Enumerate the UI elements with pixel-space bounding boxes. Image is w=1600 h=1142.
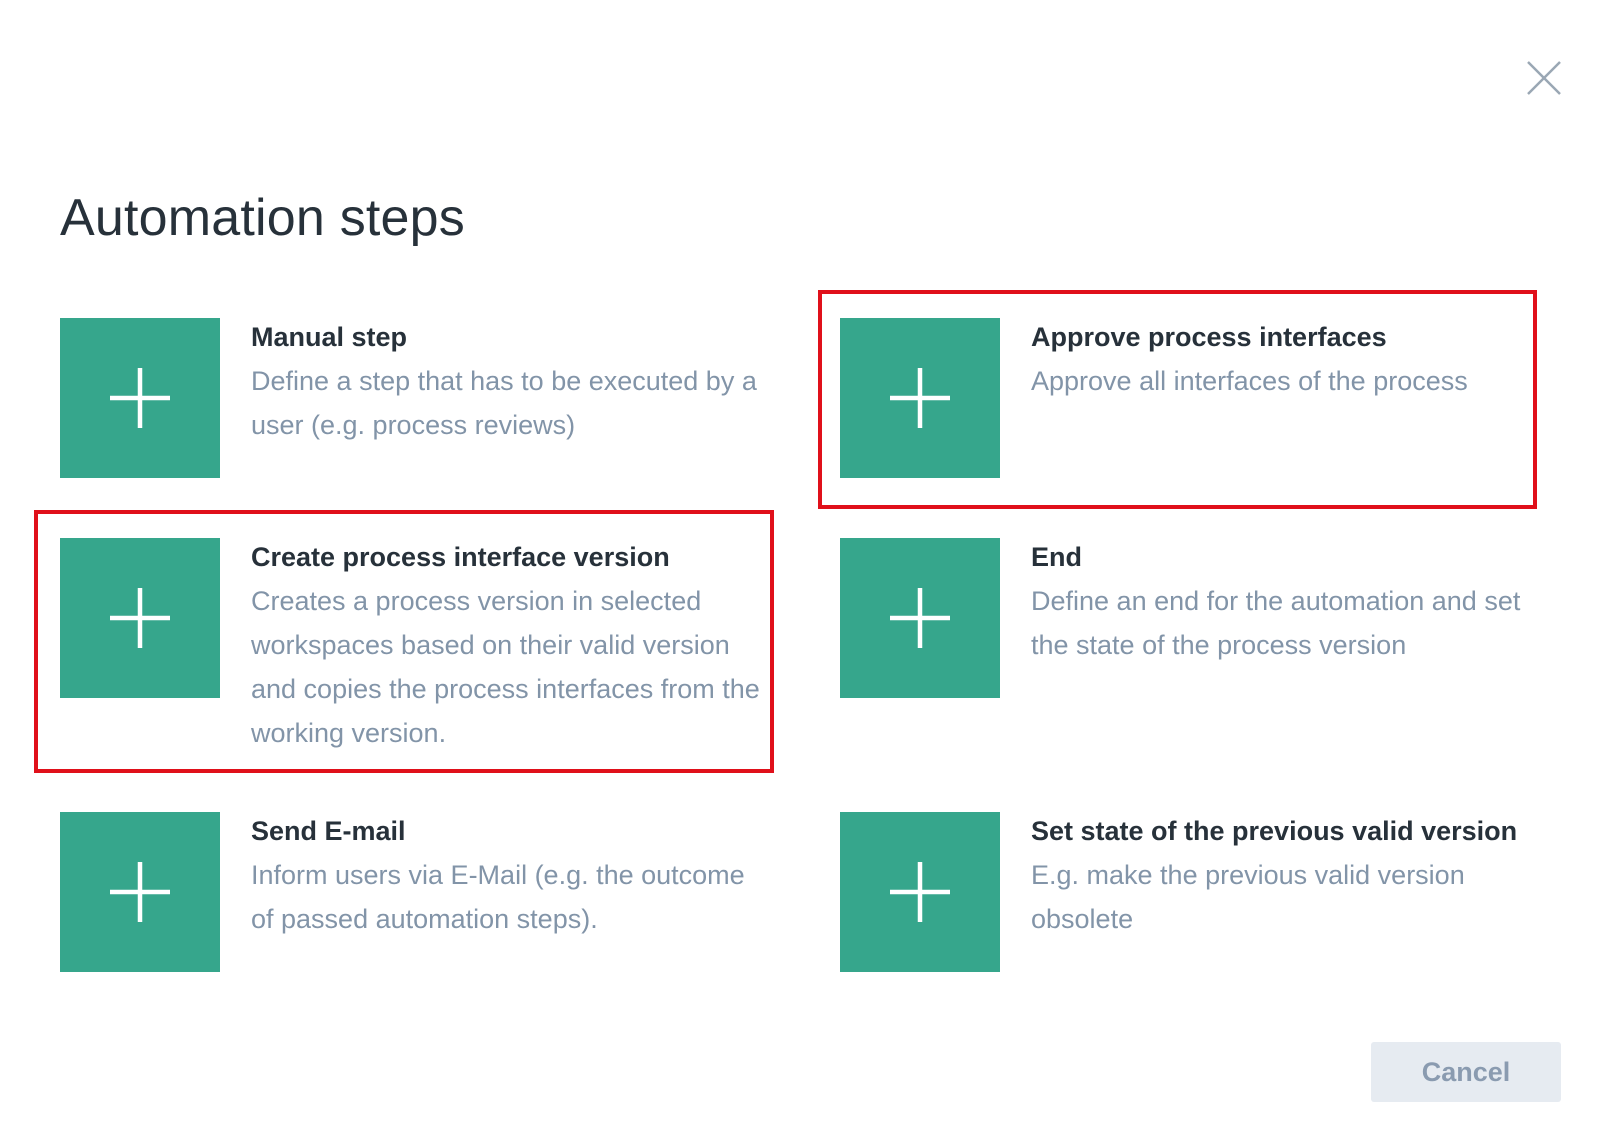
automation-steps-dialog: Automation steps Manual step Define a st… (0, 0, 1600, 1142)
step-description: E.g. make the previous valid version obs… (1031, 860, 1465, 934)
add-step-tile[interactable] (60, 538, 220, 698)
step-description: Approve all interfaces of the process (1031, 366, 1468, 396)
step-description: Inform users via E-Mail (e.g. the outcom… (251, 860, 745, 934)
step-create-process-interface-version[interactable]: Create process interface version Creates… (60, 538, 770, 758)
step-name: Manual step (251, 322, 408, 352)
add-step-tile[interactable] (60, 318, 220, 478)
step-description: Define an end for the automation and set… (1031, 586, 1521, 660)
plus-icon (110, 588, 170, 648)
step-set-state-previous-valid-version[interactable]: Set state of the previous valid version … (840, 812, 1560, 972)
plus-icon (890, 588, 950, 648)
step-description: Define a step that has to be executed by… (251, 366, 757, 440)
add-step-tile[interactable] (60, 812, 220, 972)
step-name: Send E-mail (251, 816, 406, 846)
step-end[interactable]: End Define an end for the automation and… (840, 538, 1540, 698)
dialog-title: Automation steps (60, 189, 465, 247)
step-manual-step[interactable]: Manual step Define a step that has to be… (60, 318, 770, 478)
plus-icon (110, 862, 170, 922)
step-send-email[interactable]: Send E-mail Inform users via E-Mail (e.g… (60, 812, 770, 972)
close-button[interactable] (1526, 60, 1562, 96)
plus-icon (890, 368, 950, 428)
step-description: Creates a process version in selected wo… (251, 586, 760, 748)
plus-icon (890, 862, 950, 922)
add-step-tile[interactable] (840, 538, 1000, 698)
step-name: End (1031, 542, 1082, 572)
step-name: Create process interface version (251, 542, 670, 572)
add-step-tile[interactable] (840, 812, 1000, 972)
step-approve-process-interfaces[interactable]: Approve process interfaces Approve all i… (840, 318, 1540, 478)
add-step-tile[interactable] (840, 318, 1000, 478)
plus-icon (110, 368, 170, 428)
cancel-button[interactable]: Cancel (1371, 1042, 1561, 1102)
close-icon (1527, 61, 1561, 95)
step-name: Set state of the previous valid version (1031, 816, 1518, 846)
step-name: Approve process interfaces (1031, 322, 1387, 352)
